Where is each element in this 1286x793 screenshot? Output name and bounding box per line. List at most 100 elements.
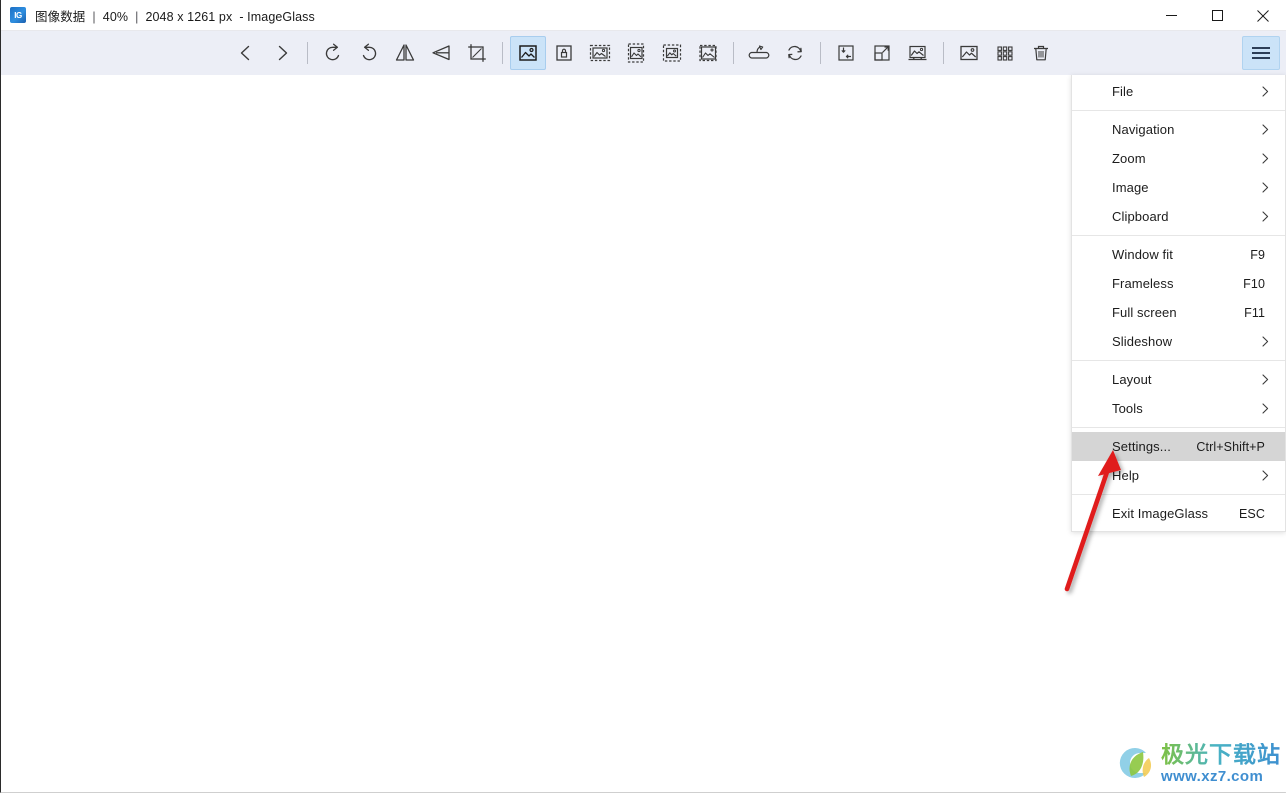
- menu-item-label: Frameless: [1112, 276, 1174, 291]
- menu-item-label: Tools: [1112, 401, 1143, 416]
- menu-item-label: Window fit: [1112, 247, 1173, 262]
- scale-to-fill-button[interactable]: [690, 36, 726, 70]
- scale-width-icon: [589, 44, 611, 62]
- menu-item-tools[interactable]: Tools: [1072, 394, 1285, 423]
- chevron-right-icon: [1260, 182, 1270, 193]
- menu-item-shortcut: F11: [1244, 305, 1265, 320]
- chevron-right-icon: [1260, 153, 1270, 164]
- scale-height-icon: [627, 43, 645, 63]
- scale-fill-icon: [699, 44, 717, 62]
- menu-item-label: Image: [1112, 180, 1149, 195]
- previous-image-button[interactable]: [228, 36, 264, 70]
- main-toolbar: [1, 31, 1286, 75]
- toolbar-separator-2: [502, 42, 503, 64]
- menu-item-clipboard[interactable]: Clipboard: [1072, 202, 1285, 231]
- menu-item-window-fit[interactable]: Window fit F9: [1072, 240, 1285, 269]
- chevron-right-icon: [1260, 374, 1270, 385]
- maximize-icon: [1211, 10, 1223, 21]
- main-menu-button[interactable]: [1242, 36, 1280, 70]
- menu-item-label: Settings...: [1112, 439, 1171, 454]
- grid-thumbnails-icon: [997, 46, 1013, 61]
- title-separator-2: |: [135, 9, 139, 24]
- menu-divider: [1072, 494, 1285, 495]
- edit-image-icon: [960, 45, 978, 61]
- scale-to-height-button[interactable]: [618, 36, 654, 70]
- flip-horizontal-button[interactable]: [387, 36, 423, 70]
- menu-item-navigation[interactable]: Navigation: [1072, 115, 1285, 144]
- toolbar-button-group: [228, 36, 1059, 70]
- menu-item-file[interactable]: File: [1072, 77, 1285, 106]
- main-menu-popup: File Navigation Zoom Image Clipboard Window f…: [1071, 75, 1286, 532]
- flip-vertical-button[interactable]: [423, 36, 459, 70]
- title-separator-1: |: [92, 9, 96, 24]
- title-filename: 图像数据: [35, 9, 86, 24]
- actual-size-icon: [874, 45, 890, 61]
- menu-item-zoom[interactable]: Zoom: [1072, 144, 1285, 173]
- menu-divider: [1072, 427, 1285, 428]
- chevron-right-icon: [1260, 86, 1270, 97]
- menu-item-shortcut: Ctrl+Shift+P: [1196, 439, 1265, 454]
- menu-item-label: Full screen: [1112, 305, 1177, 320]
- chevron-right-icon: [1260, 403, 1270, 414]
- menu-divider: [1072, 110, 1285, 111]
- title-dimensions: 2048 x 1261 px: [145, 9, 233, 24]
- save-as-button[interactable]: [828, 36, 864, 70]
- menu-item-shortcut: F10: [1243, 276, 1265, 291]
- menu-item-layout[interactable]: Layout: [1072, 365, 1285, 394]
- next-image-button[interactable]: [264, 36, 300, 70]
- menu-item-help[interactable]: Help: [1072, 461, 1285, 490]
- menu-item-image[interactable]: Image: [1072, 173, 1285, 202]
- lock-zoom-icon: [556, 45, 572, 61]
- minimize-button[interactable]: [1148, 0, 1194, 31]
- g-swirl-logo: [1119, 748, 1152, 778]
- menu-item-label: Clipboard: [1112, 209, 1169, 224]
- toolbar-separator-5: [943, 42, 944, 64]
- scale-to-width-button[interactable]: [582, 36, 618, 70]
- crop-icon: [468, 44, 486, 62]
- scale-fit-icon: [662, 44, 682, 62]
- set-wallpaper-icon: [908, 45, 927, 61]
- menu-item-label: Navigation: [1112, 122, 1175, 137]
- refresh-button[interactable]: [777, 36, 813, 70]
- toolbar-separator-1: [307, 42, 308, 64]
- auto-zoom-button[interactable]: [510, 36, 546, 70]
- delete-button[interactable]: [1023, 36, 1059, 70]
- menu-item-label: Slideshow: [1112, 334, 1173, 349]
- rotate-left-button[interactable]: [315, 36, 351, 70]
- edit-image-button[interactable]: [951, 36, 987, 70]
- menu-item-label: Exit ImageGlass: [1112, 506, 1209, 521]
- window-controls: [1148, 0, 1286, 31]
- watermark-url: www.xz7.com: [1161, 767, 1264, 785]
- auto-zoom-image-icon: [519, 45, 537, 61]
- thumbnail-panel-button[interactable]: [987, 36, 1023, 70]
- set-desktop-background-button[interactable]: [900, 36, 936, 70]
- menu-item-label: Layout: [1112, 372, 1152, 387]
- chevron-right-icon: [1260, 211, 1270, 222]
- menu-item-label: Zoom: [1112, 151, 1146, 166]
- menu-item-slideshow[interactable]: Slideshow: [1072, 327, 1285, 356]
- rotate-right-button[interactable]: [351, 36, 387, 70]
- menu-item-frameless[interactable]: Frameless F10: [1072, 269, 1285, 298]
- chevron-right-icon: [278, 45, 288, 61]
- menu-item-settings[interactable]: Settings... Ctrl+Shift+P: [1072, 432, 1285, 461]
- close-button[interactable]: [1240, 0, 1286, 31]
- crop-button[interactable]: [459, 36, 495, 70]
- scale-to-fit-button[interactable]: [654, 36, 690, 70]
- save-as-icon: [838, 45, 854, 61]
- toolbar-separator-4: [820, 42, 821, 64]
- site-watermark: 极光下载站 www.xz7.com: [1113, 740, 1281, 786]
- lock-zoom-button[interactable]: [546, 36, 582, 70]
- chevron-right-icon: [1260, 470, 1270, 481]
- menu-item-label: Help: [1112, 468, 1140, 483]
- menu-item-full-screen[interactable]: Full screen F11: [1072, 298, 1285, 327]
- open-with-button[interactable]: [741, 36, 777, 70]
- imageglass-app-icon: [10, 7, 26, 23]
- actual-size-button[interactable]: [864, 36, 900, 70]
- title-zoom-level: 40%: [102, 9, 129, 24]
- title-bar: 图像数据 | 40% | 2048 x 1261 px - ImageGlass: [1, 0, 1286, 31]
- menu-divider: [1072, 235, 1285, 236]
- menu-item-exit-imageglass[interactable]: Exit ImageGlass ESC: [1072, 499, 1285, 528]
- flip-vertical-icon: [432, 45, 450, 61]
- maximize-button[interactable]: [1194, 0, 1240, 31]
- refresh-icon: [788, 45, 802, 61]
